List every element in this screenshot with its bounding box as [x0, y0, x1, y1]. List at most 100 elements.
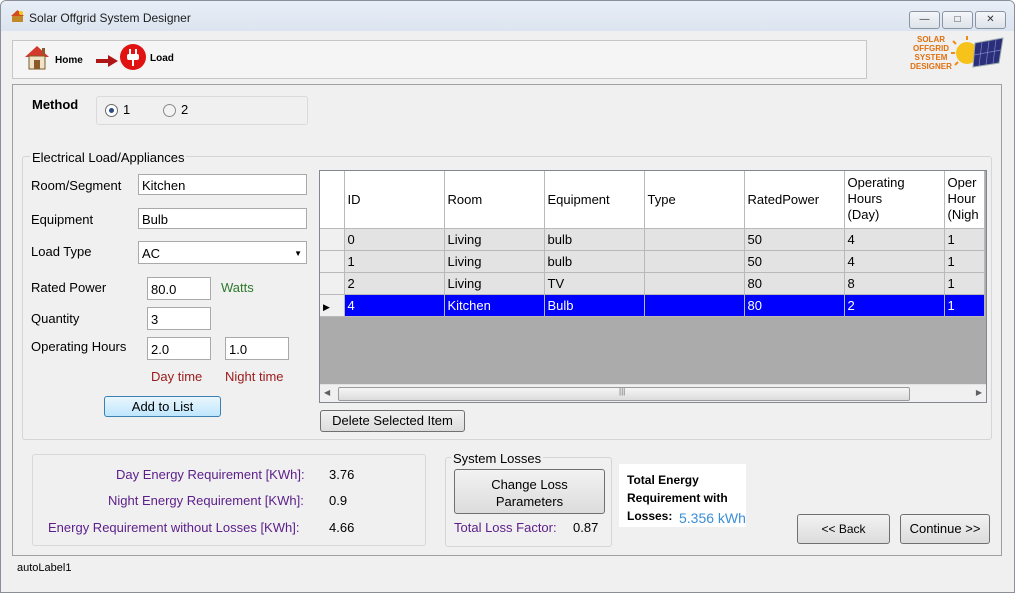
grid-cell[interactable] — [644, 250, 745, 273]
scroll-left-icon[interactable]: ◀ — [324, 388, 330, 397]
chevron-down-icon[interactable]: ▼ — [294, 242, 302, 265]
grid-cell[interactable]: 2 — [844, 294, 945, 317]
table-row[interactable]: 2 Living TV 80 8 1 — [320, 272, 985, 295]
grid-column-header[interactable]: Type — [644, 171, 745, 229]
grid-cell[interactable]: 4 — [844, 228, 945, 251]
table-row[interactable]: 0 Living bulb 50 4 1 — [320, 228, 985, 251]
logo-line-1: SOLAR — [917, 35, 945, 44]
grid-cell[interactable]: 4 — [344, 294, 445, 317]
night-hours-input[interactable]: 1.0 — [225, 337, 289, 360]
logo-line-3: SYSTEM — [914, 53, 948, 62]
night-time-caption: Night time — [225, 369, 284, 384]
day-energy-label: Day Energy Requirement [KWh]: — [116, 467, 305, 482]
minimize-button[interactable]: — — [909, 11, 940, 29]
method-radio-2[interactable] — [163, 104, 176, 117]
app-logo: SOLAR OFFGRID SYSTEM DESIGNER — [899, 33, 1005, 79]
grid-cell[interactable]: 2 — [344, 272, 445, 295]
grid-cell[interactable]: 1 — [944, 272, 985, 295]
day-energy-value: 3.76 — [329, 467, 355, 482]
method-option-2-label[interactable]: 2 — [181, 102, 188, 117]
energy-without-losses-value: 4.66 — [329, 520, 355, 535]
grid-cell[interactable]: bulb — [544, 250, 645, 273]
rated-power-input[interactable]: 80.0 — [147, 277, 211, 300]
grid-cell[interactable]: 4 — [844, 250, 945, 273]
row-header-cell[interactable] — [320, 272, 345, 295]
grid-cell[interactable]: Living — [444, 250, 545, 273]
equipment-label: Equipment — [31, 212, 94, 227]
row-header-cell[interactable]: ▶ — [320, 294, 345, 317]
appliance-grid[interactable]: ID Room Equipment Type RatedPower Operat… — [319, 170, 987, 403]
close-button[interactable]: ✕ — [975, 11, 1006, 29]
grid-column-header[interactable]: RatedPower — [744, 171, 845, 229]
grid-cell[interactable]: 80 — [744, 294, 845, 317]
room-label: Room/Segment — [31, 178, 122, 193]
table-row[interactable]: 1 Living bulb 50 4 1 — [320, 250, 985, 273]
grid-cell[interactable]: 1 — [344, 250, 445, 273]
scroll-right-icon[interactable]: ▶ — [976, 388, 982, 397]
load-link[interactable]: Load — [150, 53, 174, 64]
grid-column-header[interactable]: Oper Hour (Nigh — [944, 171, 985, 229]
scrollbar-thumb[interactable]: ||| — [338, 387, 910, 401]
grid-cell[interactable] — [644, 272, 745, 295]
load-type-select[interactable]: AC ▼ — [138, 241, 307, 264]
horizontal-scrollbar[interactable]: ◀ ||| ▶ — [320, 384, 986, 402]
quantity-input[interactable]: 3 — [147, 307, 211, 330]
logo-line-2: OFFGRID — [913, 44, 949, 53]
grid-cell[interactable]: Living — [444, 228, 545, 251]
grid-header-row: ID Room Equipment Type RatedPower Operat… — [320, 171, 985, 229]
loss-factor-value: 0.87 — [573, 520, 599, 535]
row-header-cell[interactable] — [320, 228, 345, 251]
grid-column-header[interactable]: Room — [444, 171, 545, 229]
equipment-input[interactable]: Bulb — [138, 208, 307, 229]
home-link[interactable]: Home — [55, 55, 83, 66]
maximize-button[interactable]: □ — [942, 11, 973, 29]
app-window: Solar Offgrid System Designer — □ ✕ Home… — [0, 0, 1015, 593]
arrow-right-icon — [96, 55, 118, 67]
breadcrumb-nav: Home Load — [12, 40, 867, 79]
grid-cell[interactable]: 50 — [744, 228, 845, 251]
window-title: Solar Offgrid System Designer — [29, 11, 191, 25]
method-option-1-label[interactable]: 1 — [123, 102, 130, 117]
rated-power-unit: Watts — [221, 280, 254, 295]
grid-corner-cell — [320, 171, 345, 229]
grid-column-header[interactable]: ID — [344, 171, 445, 229]
change-loss-parameters-button[interactable]: Change Loss Parameters — [454, 469, 605, 514]
table-row-selected[interactable]: ▶ 4 Kitchen Bulb 80 2 1 — [320, 294, 985, 317]
grid-cell[interactable]: 80 — [744, 272, 845, 295]
add-to-list-button[interactable]: Add to List — [104, 396, 221, 417]
row-header-cell[interactable] — [320, 250, 345, 273]
grid-cell[interactable]: TV — [544, 272, 645, 295]
rated-power-label: Rated Power — [31, 280, 107, 295]
grid-cell[interactable]: 8 — [844, 272, 945, 295]
grid-cell[interactable]: 1 — [944, 294, 985, 317]
day-hours-input[interactable]: 2.0 — [147, 337, 211, 360]
plug-icon[interactable] — [119, 43, 147, 71]
grid-cell[interactable]: 0 — [344, 228, 445, 251]
current-row-icon: ▶ — [323, 301, 330, 312]
back-button[interactable]: << Back — [797, 514, 890, 544]
grid-cell[interactable]: bulb — [544, 228, 645, 251]
day-time-caption: Day time — [151, 369, 203, 384]
operating-hours-label: Operating Hours — [31, 339, 127, 354]
energy-without-losses-label: Energy Requirement without Losses [KWh]: — [48, 520, 300, 535]
quantity-label: Quantity — [31, 311, 80, 326]
grid-cell[interactable]: Bulb — [544, 294, 645, 317]
method-radio-1[interactable] — [105, 104, 118, 117]
delete-selected-button[interactable]: Delete Selected Item — [320, 410, 465, 432]
room-input[interactable]: Kitchen — [138, 174, 307, 195]
grid-cell[interactable]: 50 — [744, 250, 845, 273]
change-loss-line-2: Parameters — [495, 494, 564, 509]
grid-column-header[interactable]: Operating Hours (Day) — [844, 171, 945, 229]
method-group: 1 2 — [96, 96, 308, 125]
grid-cell[interactable]: Kitchen — [444, 294, 545, 317]
total-energy-line-2: Requirement with — [627, 491, 728, 505]
grid-cell[interactable]: Living — [444, 272, 545, 295]
grid-column-header[interactable]: Equipment — [544, 171, 645, 229]
continue-button[interactable]: Continue >> — [900, 514, 990, 544]
grid-cell[interactable]: 1 — [944, 228, 985, 251]
home-icon[interactable] — [23, 43, 51, 71]
app-icon — [11, 10, 24, 23]
grid-cell[interactable] — [644, 228, 745, 251]
grid-cell[interactable]: 1 — [944, 250, 985, 273]
grid-cell[interactable] — [644, 294, 745, 317]
